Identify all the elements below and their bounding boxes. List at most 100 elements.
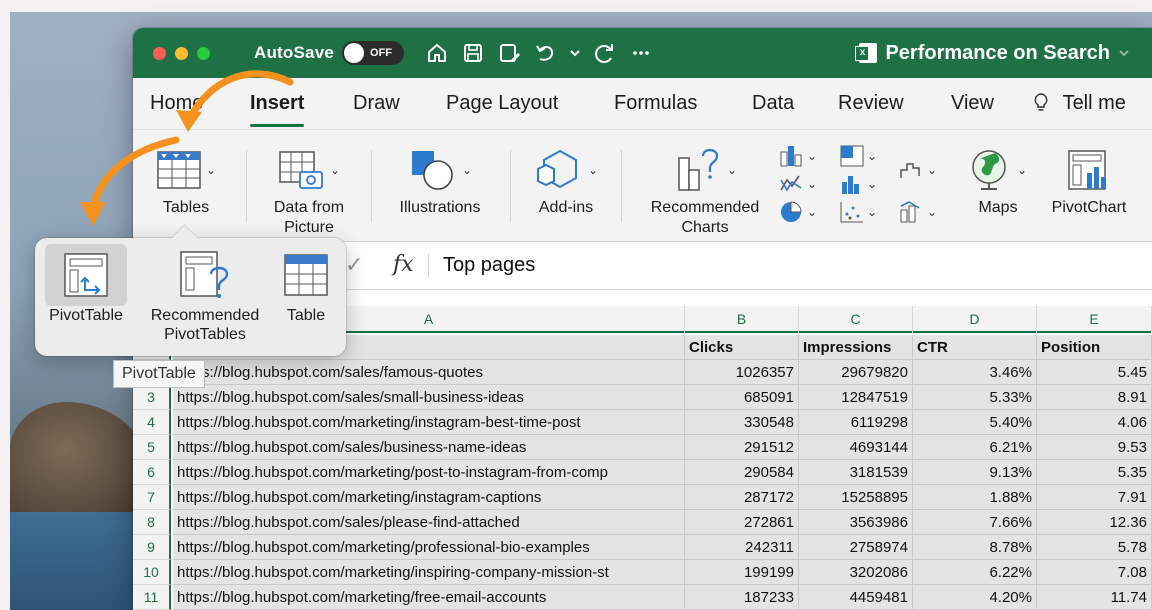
column-chart-button[interactable]: ⌄ [779, 144, 817, 168]
impressions-cell[interactable]: 3202086 [799, 560, 913, 585]
undo-icon[interactable] [534, 42, 556, 64]
clicks-cell[interactable]: 291512 [685, 435, 799, 460]
statistic-chart-button[interactable]: ⌄ [839, 172, 877, 196]
url-cell[interactable]: https://blog.hubspot.com/marketing/insta… [173, 485, 685, 510]
minimize-window-button[interactable] [175, 46, 188, 60]
fx-icon[interactable]: fx [393, 252, 414, 277]
row-number[interactable]: 6 [133, 460, 171, 485]
scatter-chart-button[interactable]: ⌄ [839, 200, 877, 224]
data-from-picture-button[interactable]: ⌄ Data from Picture [261, 142, 357, 238]
row-number[interactable]: 3 [133, 385, 171, 410]
url-cell[interactable]: https://blog.hubspot.com/sales/business-… [173, 435, 685, 460]
position-cell[interactable]: 4.06 [1037, 410, 1152, 435]
url-cell[interactable]: https://blog.hubspot.com/marketing/inspi… [173, 560, 685, 585]
save-icon[interactable] [462, 42, 484, 64]
row-number[interactable]: 9 [133, 535, 171, 560]
header-cell-impressions[interactable]: Impressions [799, 335, 913, 360]
clicks-cell[interactable]: 199199 [685, 560, 799, 585]
document-title[interactable]: Performance on Search [855, 42, 1130, 65]
tables-button[interactable]: ⌄ Tables [151, 142, 221, 218]
row-number[interactable]: 5 [133, 435, 171, 460]
tab-page-layout[interactable]: Page Layout [446, 92, 558, 115]
impressions-cell[interactable]: 29679820 [799, 360, 913, 385]
ctr-cell[interactable]: 6.22% [913, 560, 1037, 585]
impressions-cell[interactable]: 3563986 [799, 510, 913, 535]
pivottable-option[interactable]: PivotTable [45, 244, 127, 325]
url-cell[interactable]: https://blog.hubspot.com/marketing/insta… [173, 410, 685, 435]
redo-icon[interactable] [594, 42, 616, 64]
position-cell[interactable]: 5.45 [1037, 360, 1152, 385]
clicks-cell[interactable]: 272861 [685, 510, 799, 535]
impressions-cell[interactable]: 6119298 [799, 410, 913, 435]
url-cell[interactable]: https://blog.hubspot.com/sales/small-bus… [173, 385, 685, 410]
url-cell[interactable]: https://blog.hubspot.com/marketing/post-… [173, 460, 685, 485]
pie-chart-button[interactable]: ⌄ [779, 200, 817, 224]
impressions-cell[interactable]: 15258895 [799, 485, 913, 510]
recommended-charts-button[interactable]: ⌄ Recommended Charts [641, 142, 769, 238]
row-number[interactable]: 4 [133, 410, 171, 435]
tab-insert[interactable]: Insert [250, 92, 305, 127]
tab-data[interactable]: Data [752, 92, 794, 115]
impressions-cell[interactable]: 2758974 [799, 535, 913, 560]
line-chart-button[interactable]: ⌄ [779, 172, 817, 196]
ctr-cell[interactable]: 7.66% [913, 510, 1037, 535]
row-number[interactable]: 11 [133, 585, 171, 610]
tell-me-search[interactable]: Tell me [1033, 92, 1126, 115]
header-cell-position[interactable]: Position [1037, 335, 1152, 360]
impressions-cell[interactable]: 3181539 [799, 460, 913, 485]
position-cell[interactable]: 5.78 [1037, 535, 1152, 560]
maps-button[interactable]: ⌄ Maps [959, 142, 1037, 218]
position-cell[interactable]: 7.91 [1037, 485, 1152, 510]
ctr-cell[interactable]: 6.21% [913, 435, 1037, 460]
clicks-cell[interactable]: 287172 [685, 485, 799, 510]
position-cell[interactable]: 5.35 [1037, 460, 1152, 485]
tab-draw[interactable]: Draw [353, 92, 400, 115]
table-option[interactable]: Table [275, 244, 337, 325]
recommended-pivottables-option[interactable]: Recommended PivotTables [139, 244, 271, 344]
url-cell[interactable]: https://blog.hubspot.com/sales/famous-qu… [173, 360, 685, 385]
combo-chart-button[interactable]: ⌄ [899, 200, 937, 224]
row-number[interactable]: 7 [133, 485, 171, 510]
header-cell-clicks[interactable]: Clicks [685, 335, 799, 360]
ctr-cell[interactable]: 4.20% [913, 585, 1037, 610]
position-cell[interactable]: 7.08 [1037, 560, 1152, 585]
formula-input[interactable]: Top pages [443, 254, 535, 277]
close-window-button[interactable] [153, 46, 166, 60]
pivotchart-button[interactable]: PivotChart [1041, 142, 1137, 218]
hierarchy-chart-button[interactable]: ⌄ [839, 144, 877, 168]
save-as-icon[interactable] [498, 42, 521, 64]
tab-home[interactable]: Home [150, 92, 203, 115]
position-cell[interactable]: 9.53 [1037, 435, 1152, 460]
url-cell[interactable]: https://blog.hubspot.com/marketing/profe… [173, 535, 685, 560]
position-cell[interactable]: 11.74 [1037, 585, 1152, 610]
column-header-c[interactable]: C [799, 306, 913, 333]
waterfall-chart-button[interactable]: ⌄ [899, 158, 937, 182]
illustrations-button[interactable]: ⌄ Illustrations [385, 142, 495, 218]
clicks-cell[interactable]: 685091 [685, 385, 799, 410]
clicks-cell[interactable]: 242311 [685, 535, 799, 560]
autosave-toggle[interactable]: OFF [342, 41, 405, 65]
header-cell-ctr[interactable]: CTR [913, 335, 1037, 360]
row-number[interactable]: 10 [133, 560, 171, 585]
checkmark-icon[interactable]: ✓ [345, 252, 363, 278]
chevron-down-icon[interactable] [570, 42, 580, 64]
url-cell[interactable]: https://blog.hubspot.com/marketing/free-… [173, 585, 685, 610]
more-icon[interactable] [630, 42, 652, 64]
add-ins-button[interactable]: ⌄ Add-ins [526, 142, 606, 218]
ctr-cell[interactable]: 1.88% [913, 485, 1037, 510]
clicks-cell[interactable]: 1026357 [685, 360, 799, 385]
impressions-cell[interactable]: 4459481 [799, 585, 913, 610]
position-cell[interactable]: 12.36 [1037, 510, 1152, 535]
ctr-cell[interactable]: 8.78% [913, 535, 1037, 560]
column-header-d[interactable]: D [913, 306, 1037, 333]
clicks-cell[interactable]: 330548 [685, 410, 799, 435]
clicks-cell[interactable]: 290584 [685, 460, 799, 485]
impressions-cell[interactable]: 4693144 [799, 435, 913, 460]
home-icon[interactable] [426, 42, 448, 64]
ctr-cell[interactable]: 9.13% [913, 460, 1037, 485]
column-header-e[interactable]: E [1037, 306, 1152, 333]
impressions-cell[interactable]: 12847519 [799, 385, 913, 410]
clicks-cell[interactable]: 187233 [685, 585, 799, 610]
url-cell[interactable]: https://blog.hubspot.com/sales/please-fi… [173, 510, 685, 535]
tab-view[interactable]: View [951, 92, 994, 115]
